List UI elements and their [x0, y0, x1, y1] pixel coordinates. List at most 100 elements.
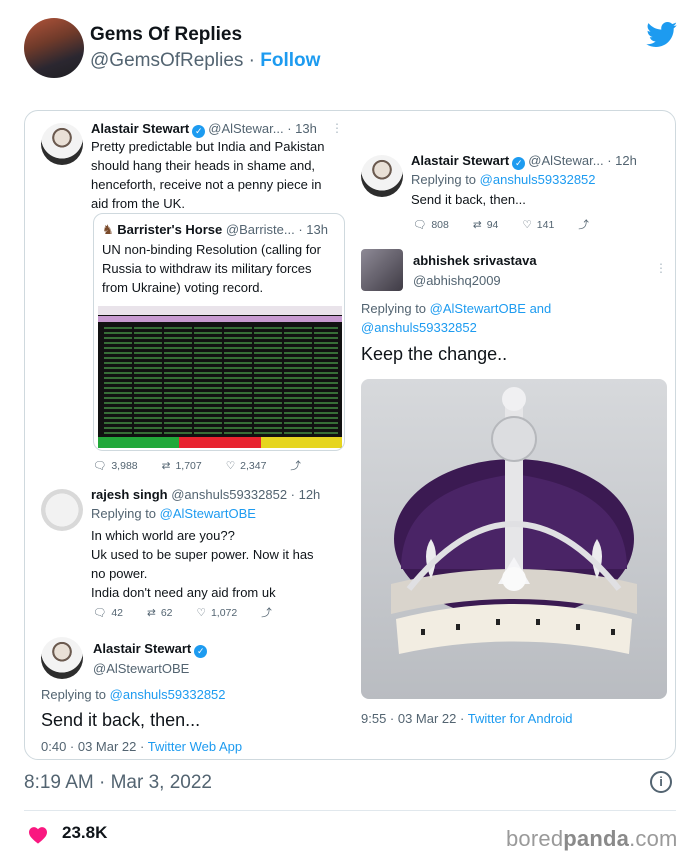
quote-meta: @Barriste... · 13h: [225, 222, 328, 237]
like-action[interactable]: ♡ 2,347: [226, 458, 267, 473]
right-top-actions: 🗨 808 ⇄ 94 ♡ 141 ⤴: [413, 217, 589, 232]
right-top-author-name: Alastair Stewart: [411, 153, 510, 168]
follow-button[interactable]: Follow: [260, 50, 320, 71]
tweet-text: Pretty predictable but India and Pakista…: [91, 137, 351, 213]
retweet-icon: ⇄: [161, 459, 171, 472]
retweet-action[interactable]: ⇄ 62: [147, 605, 173, 620]
alastair-avatar: [41, 637, 83, 679]
final-author: Alastair Stewart ✓: [93, 641, 210, 658]
heart-icon: ♡: [522, 218, 532, 231]
alastair-avatar: [361, 155, 403, 197]
abhishek-avatar: [361, 249, 403, 291]
final-replying-to: Replying to @anshuls59332852: [41, 685, 226, 704]
watermark-bold: panda: [563, 826, 630, 851]
share-icon: ⤴: [261, 607, 272, 619]
like-action[interactable]: ♡ 141: [522, 217, 554, 232]
final-handle: @AlStewartOBE: [93, 661, 190, 676]
like-action[interactable]: ♡ 1,072: [197, 605, 238, 620]
reply-text-line: no power.: [91, 566, 148, 581]
share-action[interactable]: ⤴: [261, 605, 272, 620]
right-top-text: Send it back, then...: [411, 192, 526, 207]
quote-text-line: UN non-binding Resolution (calling for: [102, 242, 321, 257]
reply-count: 42: [111, 606, 124, 619]
retweet-action[interactable]: ⇄ 1,707: [162, 458, 202, 473]
retweet-count: 94: [486, 218, 499, 231]
boredpanda-watermark: boredpanda.com: [506, 826, 678, 852]
share-action[interactable]: ⤴: [290, 458, 301, 473]
final-author-name: Alastair Stewart: [93, 641, 192, 656]
abhishek-source: Twitter for Android: [467, 711, 573, 726]
verified-icon: ✓: [512, 157, 526, 170]
share-icon: ⤴: [290, 460, 301, 472]
in-favour-bar: [98, 437, 180, 448]
watermark-light: bored: [506, 826, 564, 851]
right-top-replying: Replying to @anshuls59332852: [411, 170, 596, 189]
reply-action[interactable]: 🗨 808: [413, 217, 449, 232]
tweet-author-name: Alastair Stewart: [91, 121, 190, 136]
more-icon: ⋮: [655, 261, 667, 275]
abhishek-timestamp: 9:55 · 03 Mar 22 · Twitter for Android: [361, 709, 573, 728]
reply-actions: 🗨 42 ⇄ 62 ♡ 1,072 ⤴: [93, 605, 272, 620]
share-action[interactable]: ⤴: [578, 217, 589, 232]
replying-to-link: @anshuls59332852: [109, 687, 226, 702]
replying-to-label: Replying to: [41, 687, 107, 702]
tweet-actions: 🗨 3,988 ⇄ 1,707 ♡ 2,347 ⤴: [93, 458, 301, 473]
replying-to-link: @anshuls59332852: [479, 172, 596, 187]
heart-icon: ♡: [196, 606, 206, 619]
final-time: 0:40 · 03 Mar 22 ·: [41, 739, 145, 754]
share-icon: ⤴: [578, 219, 589, 231]
tweet-image[interactable]: Alastair Stewart ✓ @AlStewar... · 13h ⋮ Pr…: [24, 110, 676, 760]
replying-to-label: Replying to: [411, 172, 477, 187]
quote-text-line: from Ukraine) voting record.: [102, 280, 264, 295]
author-name[interactable]: Gems Of Replies: [90, 24, 242, 46]
abhishek-text: Keep the change..: [361, 344, 508, 364]
quoted-tweet: ♞ Barrister's Horse @Barriste... · 13h U…: [93, 213, 345, 451]
author-handle[interactable]: @GemsOfReplies: [90, 50, 243, 71]
like-count: 2,347: [240, 459, 267, 472]
quote-text: UN non-binding Resolution (calling for R…: [102, 240, 342, 297]
against-bar: [179, 437, 261, 448]
reply-icon: 🗨: [93, 607, 107, 619]
vote-country-grid: [102, 324, 338, 434]
info-icon[interactable]: i: [650, 771, 672, 793]
like-count[interactable]: 23.8K: [62, 823, 107, 843]
vote-subheader-bar: [98, 316, 342, 322]
final-text: Send it back, then...: [41, 710, 201, 730]
reply-action[interactable]: 🗨 3,988: [93, 458, 138, 473]
alastair-avatar: [41, 123, 83, 165]
reply-text-line: India don't need any aid from uk: [91, 585, 276, 600]
right-top-header: Alastair Stewart ✓ @AlStewar... · 12h: [411, 153, 637, 170]
reply-count: 808: [431, 218, 449, 231]
heart-icon[interactable]: [28, 826, 48, 844]
replying-to-link: @AlStewartOBE: [429, 301, 526, 316]
retweet-count: 1,707: [175, 459, 202, 472]
tweet-meta: @AlStewar... · 13h: [208, 121, 317, 136]
un-vote-record-image: [98, 306, 342, 448]
quote-author-name: Barrister's Horse: [117, 222, 223, 237]
reply-text-line: Uk used to be super power. Now it has: [91, 547, 314, 562]
avatar[interactable]: [24, 18, 84, 78]
rajesh-avatar: [41, 489, 83, 531]
verified-icon: ✓: [194, 645, 208, 658]
final-timestamp: 0:40 · 03 Mar 22 · Twitter Web App: [41, 737, 242, 756]
reply-action[interactable]: 🗨 42: [93, 605, 123, 620]
tweet-header: Alastair Stewart ✓ @AlStewar... · 13h: [91, 121, 317, 138]
more-icon: ⋮: [331, 121, 343, 135]
reply-meta: @anshuls59332852 · 12h: [171, 487, 321, 502]
watermark-tld: .com: [629, 826, 678, 851]
divider: [24, 810, 676, 811]
reply-header: rajesh singh @anshuls59332852 · 12h: [91, 487, 320, 502]
retweet-action[interactable]: ⇄ 94: [473, 217, 499, 232]
tweet-timestamp[interactable]: 8:19 AM · Mar 3, 2022: [24, 772, 212, 794]
tweet-text-line: should hang their heads in shame and,: [91, 158, 316, 173]
heart-icon: ♡: [225, 459, 236, 472]
final-source: Twitter Web App: [147, 739, 243, 754]
reply-icon: 🗨: [413, 219, 427, 231]
twitter-bird-icon[interactable]: [646, 22, 678, 48]
like-count: 141: [536, 218, 555, 231]
reply-text-line: In which world are you??: [91, 528, 235, 543]
separator: ·: [248, 50, 255, 71]
abhishek-handle: @abhishq2009: [413, 273, 501, 288]
tweet-text-line: Pretty predictable but India and Pakista…: [91, 139, 325, 154]
replying-to-label: Replying to: [361, 301, 427, 316]
